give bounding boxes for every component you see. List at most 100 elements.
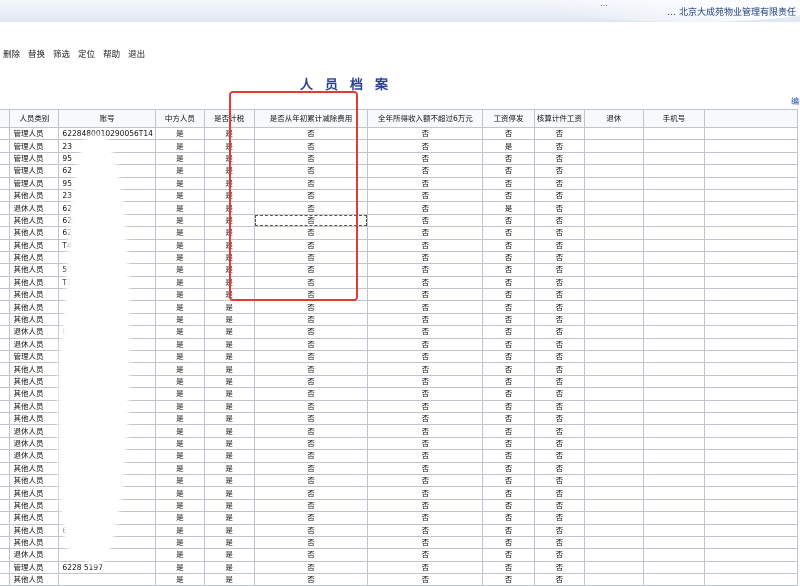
piecework-cell[interactable]: 否 xyxy=(533,350,585,364)
chinese-staff-cell[interactable]: 是 xyxy=(154,139,205,153)
row-marker[interactable] xyxy=(0,188,11,203)
piecework-cell[interactable]: 否 xyxy=(533,325,585,339)
blank-cell[interactable] xyxy=(704,374,798,389)
piecework-cell[interactable]: 否 xyxy=(533,436,585,451)
retired-cell[interactable] xyxy=(583,188,644,203)
row-marker[interactable] xyxy=(0,523,11,537)
phone-cell[interactable] xyxy=(642,250,706,265)
category-cell[interactable]: 其他人员 xyxy=(9,461,60,475)
cumulative-deduction-cell[interactable]: 否 xyxy=(253,560,369,575)
exit-button[interactable]: 退出 xyxy=(128,48,145,62)
piecework-cell[interactable]: 否 xyxy=(533,362,585,376)
chinese-staff-cell[interactable]: 是 xyxy=(154,201,205,215)
cumulative-deduction-cell[interactable]: 否 xyxy=(253,226,369,240)
phone-cell[interactable] xyxy=(642,164,706,178)
piecework-cell[interactable]: 否 xyxy=(533,411,585,426)
piecework-cell[interactable]: 否 xyxy=(533,139,585,153)
row-marker[interactable] xyxy=(0,498,11,513)
cumulative-deduction-cell[interactable]: 否 xyxy=(253,436,369,451)
blank-cell[interactable] xyxy=(704,126,798,141)
cumulative-deduction-cell[interactable]: 否 xyxy=(253,350,369,364)
retired-cell[interactable] xyxy=(583,523,644,537)
account-cell[interactable]: 6228480010290056T14 xyxy=(58,126,156,141)
blank-cell[interactable] xyxy=(704,523,798,537)
income-limit-cell[interactable]: 否 xyxy=(367,449,484,463)
category-cell[interactable]: 退休人员 xyxy=(9,449,60,463)
piecework-cell[interactable]: 否 xyxy=(533,424,585,438)
account-cell[interactable] xyxy=(58,573,156,586)
retired-cell[interactable] xyxy=(583,399,644,414)
retired-cell[interactable] xyxy=(583,226,644,240)
piecework-cell[interactable]: 否 xyxy=(533,275,585,290)
phone-cell[interactable] xyxy=(642,449,706,463)
retired-cell[interactable] xyxy=(583,263,644,277)
phone-cell[interactable] xyxy=(642,275,706,290)
retired-cell[interactable] xyxy=(583,461,644,475)
phone-cell[interactable] xyxy=(642,325,706,339)
retired-cell[interactable] xyxy=(583,151,644,166)
category-cell[interactable]: 其他人员 xyxy=(9,498,60,513)
retired-cell[interactable] xyxy=(583,535,644,550)
piecework-cell[interactable]: 否 xyxy=(533,164,585,178)
chinese-staff-cell[interactable]: 是 xyxy=(154,387,205,401)
blank-cell[interactable] xyxy=(704,399,798,414)
pay-stopped-cell[interactable]: 是 xyxy=(482,139,535,153)
row-marker[interactable] xyxy=(0,263,11,277)
locate-button[interactable]: 定位 xyxy=(78,48,95,62)
taxable-cell[interactable]: 是 xyxy=(203,473,255,488)
table-row[interactable]: 管理人员 6228480010290056T14 是是否否否否 xyxy=(0,126,798,141)
retired-cell[interactable] xyxy=(583,201,644,215)
blank-cell[interactable] xyxy=(704,362,798,376)
category-cell[interactable]: 其他人员 xyxy=(9,288,60,302)
phone-cell[interactable] xyxy=(642,362,706,376)
blank-cell[interactable] xyxy=(704,411,798,426)
blank-cell[interactable] xyxy=(704,151,798,166)
pay-stopped-cell[interactable]: 否 xyxy=(482,399,535,414)
phone-cell[interactable] xyxy=(642,399,706,414)
blank-cell[interactable] xyxy=(704,548,798,562)
table-row[interactable]: 管理人员 6228 5197 是是否否否否 xyxy=(0,560,798,575)
category-cell[interactable]: 其他人员 xyxy=(9,250,60,265)
chinese-staff-cell[interactable]: 是 xyxy=(154,176,205,190)
chinese-staff-cell[interactable]: 是 xyxy=(154,263,205,277)
category-cell[interactable]: 其他人员 xyxy=(9,523,60,537)
pay-stopped-cell[interactable]: 否 xyxy=(482,436,535,451)
phone-cell[interactable] xyxy=(642,238,706,252)
income-limit-cell[interactable]: 否 xyxy=(367,374,484,389)
cumulative-deduction-cell[interactable]: 否 xyxy=(253,399,369,414)
retired-cell[interactable] xyxy=(583,312,644,327)
chinese-staff-cell[interactable]: 是 xyxy=(154,424,205,438)
piecework-cell[interactable]: 否 xyxy=(533,213,585,228)
income-limit-cell[interactable]: 否 xyxy=(367,337,484,352)
retired-cell[interactable] xyxy=(583,411,644,426)
pay-stopped-cell[interactable]: 否 xyxy=(482,486,535,500)
category-cell[interactable]: 其他人员 xyxy=(9,411,60,426)
taxable-cell[interactable]: 是 xyxy=(203,374,255,389)
col-header-account[interactable]: 账号 xyxy=(58,109,156,128)
pay-stopped-cell[interactable]: 否 xyxy=(482,325,535,339)
category-cell[interactable]: 其他人员 xyxy=(9,188,60,203)
retired-cell[interactable] xyxy=(583,250,644,265)
row-marker[interactable] xyxy=(0,151,11,166)
taxable-cell[interactable]: 是 xyxy=(203,350,255,364)
row-marker[interactable] xyxy=(0,411,11,426)
phone-cell[interactable] xyxy=(642,523,706,537)
pay-stopped-cell[interactable]: 否 xyxy=(482,250,535,265)
pay-stopped-cell[interactable]: 否 xyxy=(482,374,535,389)
retired-cell[interactable] xyxy=(583,511,644,525)
phone-cell[interactable] xyxy=(642,411,706,426)
retired-cell[interactable] xyxy=(583,176,644,190)
retired-cell[interactable] xyxy=(583,139,644,153)
phone-cell[interactable] xyxy=(642,139,706,153)
chinese-staff-cell[interactable]: 是 xyxy=(154,151,205,166)
piecework-cell[interactable]: 否 xyxy=(533,238,585,252)
income-limit-cell[interactable]: 否 xyxy=(367,387,484,401)
cumulative-deduction-cell[interactable]: 否 xyxy=(253,523,369,537)
replace-button[interactable]: 替换 xyxy=(28,48,45,62)
chinese-staff-cell[interactable]: 是 xyxy=(154,461,205,475)
chinese-staff-cell[interactable]: 是 xyxy=(154,573,205,586)
category-cell[interactable]: 其他人员 xyxy=(9,213,60,228)
row-marker[interactable] xyxy=(0,548,11,562)
pay-stopped-cell[interactable]: 否 xyxy=(482,238,535,252)
retired-cell[interactable] xyxy=(583,374,644,389)
